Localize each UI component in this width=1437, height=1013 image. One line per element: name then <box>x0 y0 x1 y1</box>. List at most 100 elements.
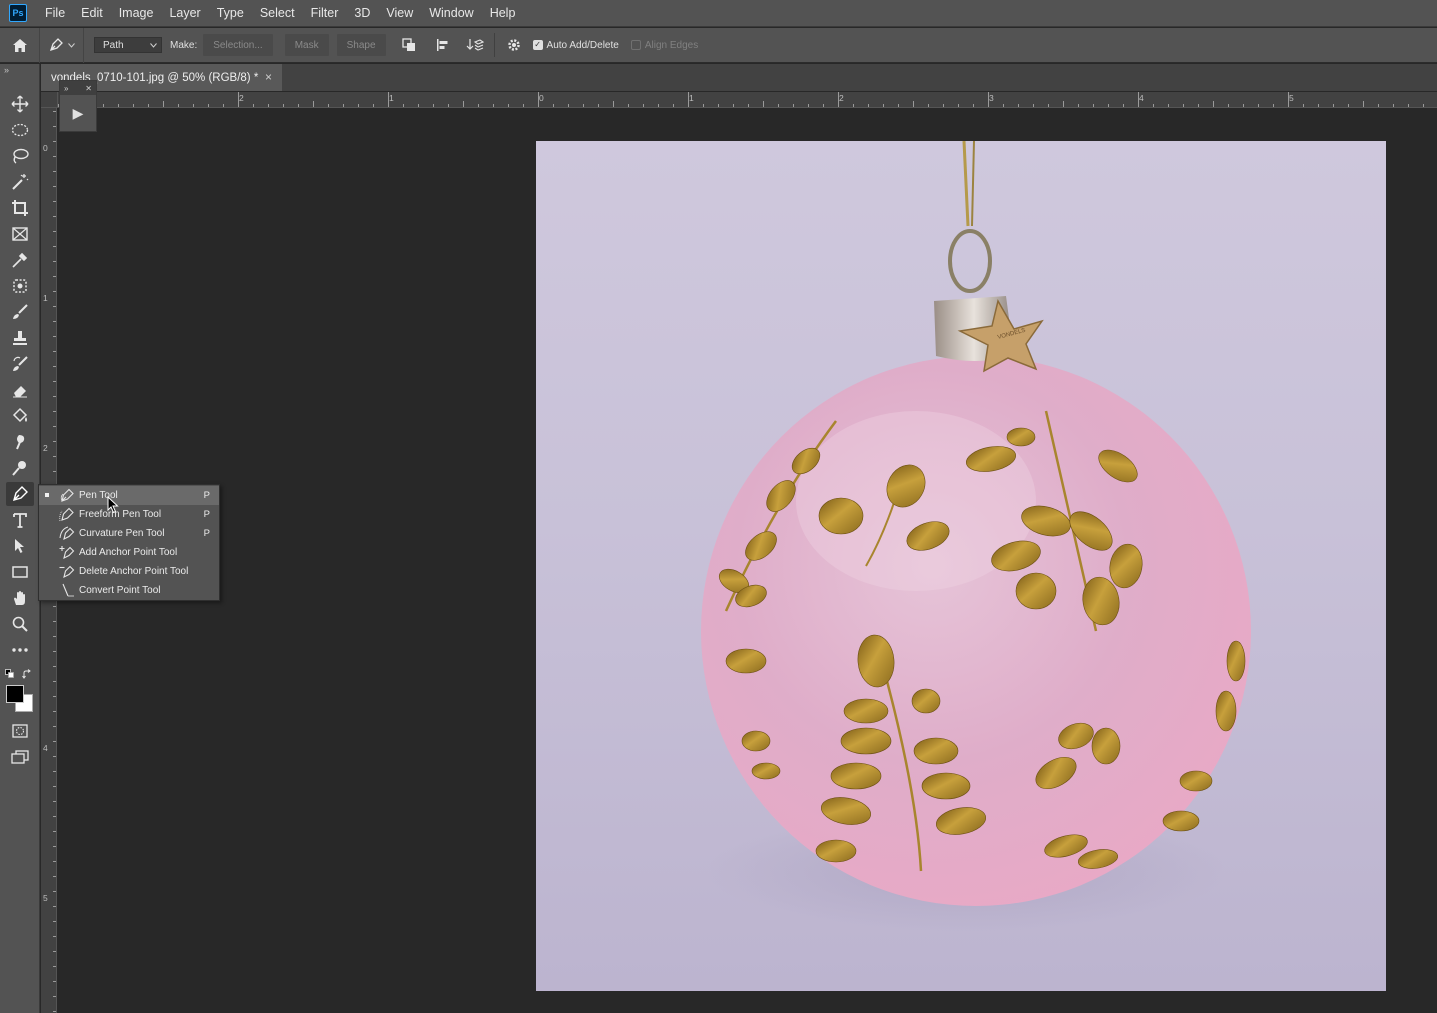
pen-icon <box>60 488 74 502</box>
path-alignment-button[interactable] <box>430 32 456 58</box>
crop-tool[interactable] <box>6 196 34 220</box>
hand-tool[interactable] <box>6 586 34 610</box>
ruler-label: 1 <box>689 93 694 103</box>
flyout-item-curvature-pen-tool[interactable]: Curvature Pen Tool P <box>39 524 219 543</box>
flyout-item-label: Add Anchor Point Tool <box>79 547 178 558</box>
flyout-item-label: Delete Anchor Point Tool <box>79 566 189 577</box>
convert-point-icon <box>62 583 74 597</box>
ruler-label: 2 <box>239 93 244 103</box>
healing-brush-tool[interactable] <box>6 274 34 298</box>
flyout-item-convert-point-tool[interactable]: Convert Point Tool <box>39 581 219 600</box>
dodge-tool[interactable] <box>6 456 34 480</box>
close-panel-icon[interactable]: ✕ <box>85 84 92 93</box>
ruler-origin[interactable] <box>41 92 58 108</box>
tool-preset-picker[interactable] <box>40 27 84 63</box>
flyout-item-freeform-pen-tool[interactable]: Freeform Pen Tool P <box>39 505 219 524</box>
pen-mode-value: Path <box>103 39 124 51</box>
align-edges-checkbox[interactable]: Align Edges <box>630 40 698 51</box>
menu-layer[interactable]: Layer <box>169 4 200 22</box>
swap-colors-icon[interactable] <box>22 669 33 680</box>
menu-3d[interactable]: 3D <box>354 4 370 22</box>
pen-tool[interactable] <box>6 482 34 506</box>
menu-edit[interactable]: Edit <box>81 4 103 22</box>
ruler-label: 5 <box>1289 93 1294 103</box>
pen-mode-select[interactable]: Path <box>94 37 162 53</box>
history-brush-tool[interactable] <box>6 352 34 376</box>
gear-icon <box>507 39 520 51</box>
clone-stamp-tool[interactable] <box>6 326 34 350</box>
paint-bucket-icon <box>12 407 28 423</box>
dodge-icon <box>12 461 26 476</box>
panel-collapse-icon[interactable]: » <box>0 64 39 76</box>
zoom-tool[interactable] <box>6 612 34 636</box>
flyout-item-pen-tool[interactable]: Pen Tool P <box>39 486 219 505</box>
auto-add-delete-checkbox[interactable]: ✓ Auto Add/Delete <box>532 39 619 51</box>
menu-select[interactable]: Select <box>260 4 295 22</box>
document-canvas-image[interactable]: VONDELS <box>536 141 1386 991</box>
menu-window[interactable]: Window <box>429 4 473 22</box>
expand-panel-icon[interactable]: » <box>64 84 68 93</box>
actions-panel-header[interactable]: » ✕ <box>60 81 96 95</box>
quick-mask-icon <box>12 724 28 738</box>
gradient-tool[interactable] <box>6 404 34 428</box>
home-button[interactable] <box>0 27 40 63</box>
curvature-pen-icon <box>59 526 75 541</box>
ruler-label: 1 <box>389 93 394 103</box>
flyout-item-shortcut: P <box>203 528 210 539</box>
foreground-color-swatch[interactable] <box>6 685 24 703</box>
brush-icon <box>13 304 28 319</box>
rectangle-tool[interactable] <box>6 560 34 584</box>
screen-mode-button[interactable] <box>6 745 34 769</box>
make-shape-button[interactable]: Shape <box>336 34 386 56</box>
history-brush-icon <box>13 356 28 371</box>
ruler-label: 0 <box>43 143 48 153</box>
rectangle-icon <box>12 566 28 578</box>
path-operations-button[interactable] <box>396 32 422 58</box>
path-operations-icon <box>401 38 415 51</box>
screen-mode-icon <box>11 750 29 764</box>
menu-bar: Ps File Edit Image Layer Type Select Fil… <box>0 0 1437 27</box>
eraser-tool[interactable] <box>6 378 34 402</box>
magic-wand-tool[interactable] <box>6 170 34 194</box>
flyout-item-label: Convert Point Tool <box>79 585 161 596</box>
brush-tool[interactable] <box>6 300 34 324</box>
blur-tool[interactable] <box>6 430 34 454</box>
play-action-button[interactable]: ▶ <box>60 95 96 131</box>
menu-help[interactable]: Help <box>490 4 516 22</box>
move-tool[interactable] <box>6 92 34 116</box>
edit-toolbar-button[interactable] <box>6 638 34 662</box>
pen-icon <box>12 486 28 502</box>
flyout-item-delete-anchor-point-tool[interactable]: Delete Anchor Point Tool <box>39 562 219 581</box>
lasso-tool[interactable] <box>6 144 34 168</box>
make-selection-button[interactable]: Selection... <box>203 34 273 56</box>
options-bar: Path Make: Selection... Mask Shape ✓ Aut… <box>0 27 1437 63</box>
flyout-item-add-anchor-point-tool[interactable]: Add Anchor Point Tool <box>39 543 219 562</box>
menu-view[interactable]: View <box>386 4 413 22</box>
auto-add-delete-label: Auto Add/Delete <box>546 39 619 51</box>
eyedropper-icon <box>12 252 28 268</box>
menu-image[interactable]: Image <box>119 4 154 22</box>
photoshop-logo-icon[interactable]: Ps <box>9 4 27 22</box>
type-icon <box>13 513 27 528</box>
default-colors-icon[interactable] <box>5 669 15 679</box>
close-tab-icon[interactable]: × <box>265 70 272 84</box>
marquee-tool[interactable] <box>6 118 34 142</box>
crop-icon <box>12 200 28 216</box>
menu-type[interactable]: Type <box>217 4 244 22</box>
flyout-item-label: Freeform Pen Tool <box>79 509 162 520</box>
type-tool[interactable] <box>6 508 34 532</box>
path-selection-tool[interactable] <box>6 534 34 558</box>
make-mask-button[interactable]: Mask <box>284 34 329 56</box>
path-alignment-icon <box>436 39 448 51</box>
frame-tool[interactable] <box>6 222 34 246</box>
document-tab-bar: vondels_0710-101.jpg @ 50% (RGB/8) * × <box>41 64 1437 91</box>
quick-mask-button[interactable] <box>6 719 34 743</box>
move-icon <box>11 95 29 113</box>
menu-filter[interactable]: Filter <box>311 4 339 22</box>
horizontal-ruler[interactable]: 2 1 0 1 2 3 4 5 <box>58 92 1437 108</box>
pen-settings-button[interactable] <box>501 32 527 58</box>
flyout-item-shortcut: P <box>203 490 210 501</box>
menu-file[interactable]: File <box>45 4 65 22</box>
eyedropper-tool[interactable] <box>6 248 34 272</box>
path-arrangement-button[interactable] <box>462 32 488 58</box>
